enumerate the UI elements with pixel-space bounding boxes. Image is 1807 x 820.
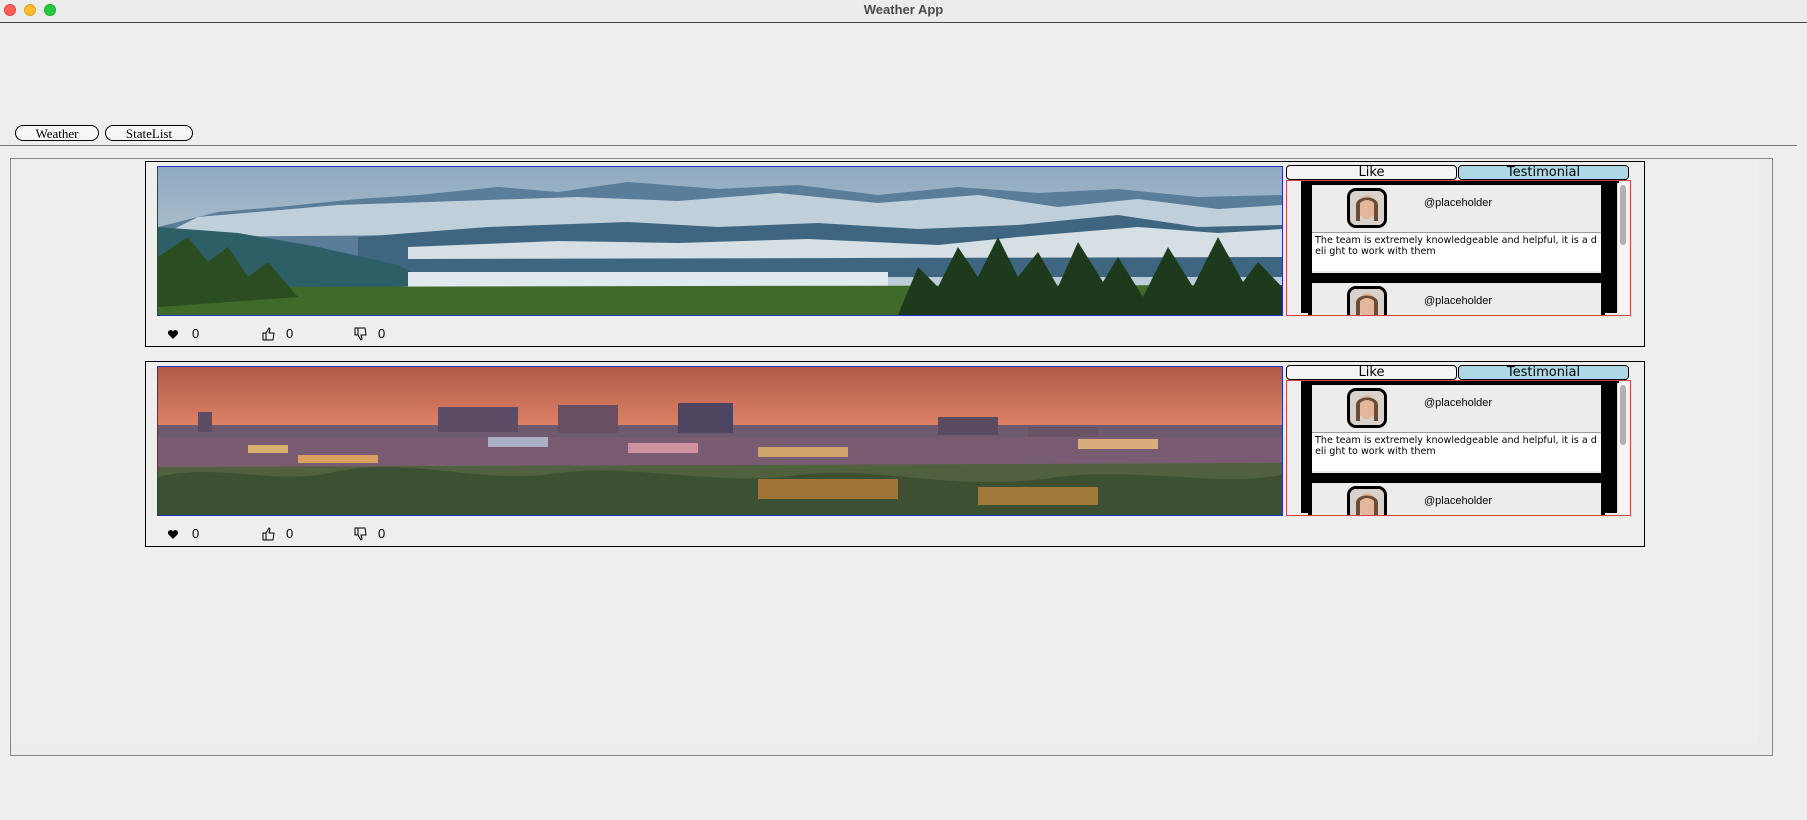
post-photo-city: [157, 366, 1283, 516]
nav-divider: [0, 145, 1797, 146]
tab-testimonial[interactable]: Testimonial: [1458, 365, 1629, 380]
thumbs-up-icon: [262, 526, 275, 540]
weather-nav-button[interactable]: Weather: [15, 125, 99, 141]
post-card: 0 0 0 Like Testimonial @placeholder The …: [145, 161, 1645, 347]
statelist-nav-button[interactable]: StateList: [105, 125, 193, 141]
dislikes-count: 0: [378, 326, 386, 341]
testimonial-scroll-area[interactable]: @placeholder The team is extremely knowl…: [1286, 180, 1631, 316]
scrollbar-thumb[interactable]: [1620, 385, 1626, 445]
hearts-stat[interactable]: 0: [166, 526, 199, 541]
mountain-landscape-image: [158, 167, 1282, 315]
post-card: 0 0 0 Like Testimonial @placeholder The …: [145, 361, 1645, 547]
avatar: [1347, 486, 1387, 515]
dislikes-count: 0: [378, 526, 386, 541]
testimonial-text: The team is extremely knowledgeable and …: [1312, 433, 1601, 471]
scrollbar-thumb[interactable]: [1620, 185, 1626, 245]
heart-icon: [167, 529, 179, 539]
avatar-portrait-image: [1350, 289, 1384, 315]
hearts-count: 0: [192, 326, 200, 341]
tab-like[interactable]: Like: [1286, 365, 1457, 380]
testimonial-panel: Like Testimonial @placeholder The team i…: [1286, 365, 1638, 517]
window-title: Weather App: [863, 2, 944, 17]
city-sunset-image: [158, 367, 1282, 515]
thumbs-down-icon: [354, 327, 367, 341]
testimonial-handle: @placeholder: [1424, 495, 1493, 507]
testimonial-handle: @placeholder: [1424, 197, 1493, 209]
avatar: [1347, 388, 1387, 428]
avatar: [1347, 188, 1387, 228]
avatar-portrait-image: [1350, 489, 1384, 515]
tab-testimonial[interactable]: Testimonial: [1458, 165, 1629, 180]
testimonial-card: @placeholder: [1308, 279, 1605, 315]
dislikes-stat[interactable]: 0: [352, 326, 385, 341]
tab-like[interactable]: Like: [1286, 165, 1457, 180]
main-content-panel: 0 0 0 Like Testimonial @placeholder The …: [10, 158, 1773, 756]
testimonial-card: @placeholder The team is extremely knowl…: [1308, 181, 1605, 277]
testimonial-scrollbar[interactable]: [1617, 383, 1628, 513]
likes-count: 0: [286, 526, 294, 541]
testimonial-card: @placeholder The team is extremely knowl…: [1308, 381, 1605, 477]
testimonial-scroll-area[interactable]: @placeholder The team is extremely knowl…: [1286, 380, 1631, 516]
likes-count: 0: [286, 326, 294, 341]
thumbs-down-icon: [354, 527, 367, 541]
testimonial-panel: Like Testimonial @placeholder The team i…: [1286, 165, 1638, 317]
hearts-count: 0: [192, 526, 200, 541]
avatar: [1347, 286, 1387, 315]
testimonial-card: @placeholder: [1308, 479, 1605, 515]
avatar-portrait-image: [1350, 191, 1384, 225]
avatar-portrait-image: [1350, 391, 1384, 425]
likes-stat[interactable]: 0: [260, 526, 293, 541]
testimonial-handle: @placeholder: [1424, 295, 1493, 307]
testimonial-text: The team is extremely knowledgeable and …: [1312, 233, 1601, 271]
heart-icon: [167, 329, 179, 339]
post-photo-mountains: [157, 166, 1283, 316]
thumbs-up-icon: [262, 326, 275, 340]
hearts-stat[interactable]: 0: [166, 326, 199, 341]
window-titlebar: Weather App: [0, 0, 1807, 23]
testimonial-scrollbar[interactable]: [1617, 183, 1628, 313]
likes-stat[interactable]: 0: [260, 326, 293, 341]
dislikes-stat[interactable]: 0: [352, 526, 385, 541]
testimonial-handle: @placeholder: [1424, 397, 1493, 409]
